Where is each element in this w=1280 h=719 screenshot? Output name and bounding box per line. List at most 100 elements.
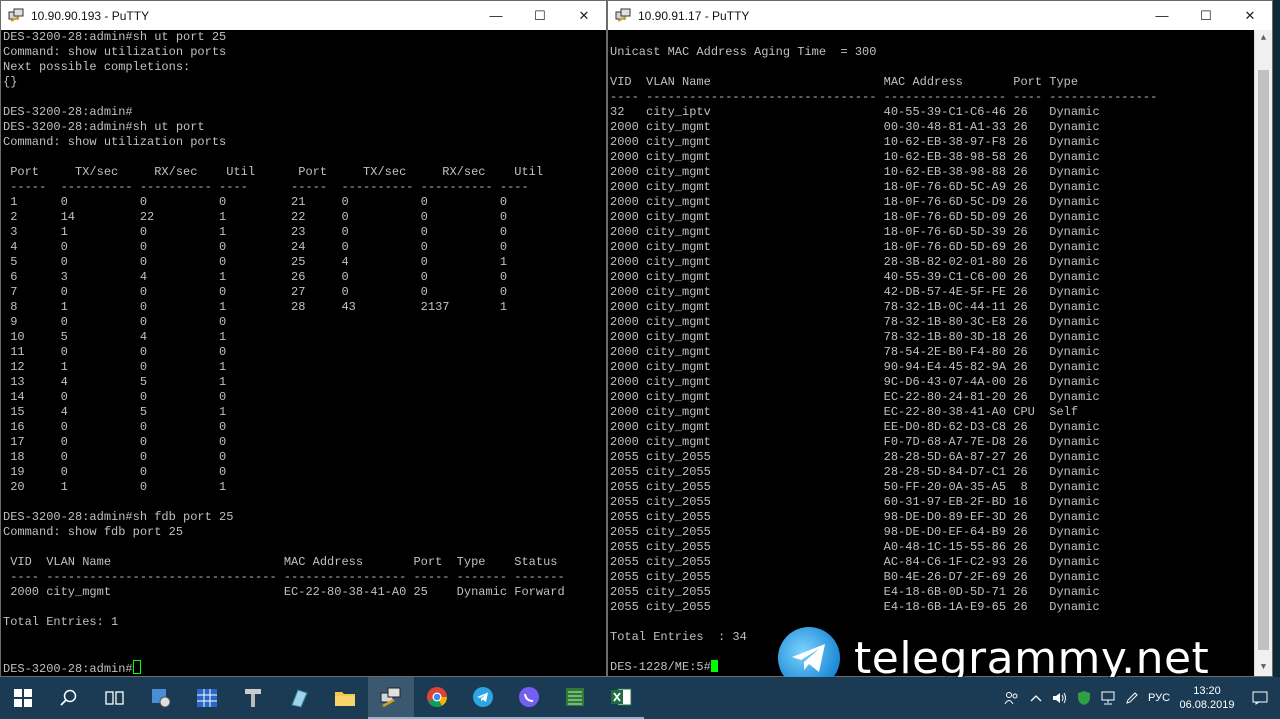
terminal-line: 18 0 0 0: [3, 450, 606, 465]
clock[interactable]: 13:20 06.08.2019: [1174, 684, 1240, 712]
terminal-line: 11 0 0 0: [3, 345, 606, 360]
pen-icon[interactable]: [1120, 691, 1144, 705]
terminal-line: 2000 city_mgmt 18-0F-76-6D-5D-09 26 Dyna…: [610, 210, 1272, 225]
vertical-scrollbar[interactable]: ▲ ▼: [1254, 30, 1272, 676]
folder-icon: [335, 692, 355, 706]
terminal-line-text: 20 1 0 1: [3, 480, 227, 494]
terminal-line: DES-3200-28:admin#sh fdb port 25: [3, 510, 606, 525]
table-app-icon: [197, 689, 217, 707]
terminal-line: DES-3200-28:admin#: [3, 660, 606, 676]
scrollbar-thumb[interactable]: [1258, 70, 1269, 650]
terminal-line-text: 2000 city_mgmt EC-22-80-38-41-A0 CPU Sel…: [610, 405, 1079, 419]
task-view-button[interactable]: [92, 677, 138, 719]
terminal-line-text: 2000 city_mgmt EC-22-80-38-41-A0 25 Dyna…: [3, 585, 565, 599]
security-shield-icon[interactable]: [1072, 690, 1096, 706]
terminal-line-text: 2055 city_2055 E4-18-6B-1A-E9-65 26 Dyna…: [610, 600, 1100, 614]
chevron-up-icon[interactable]: [1024, 694, 1048, 702]
taskbar-app-excel[interactable]: [598, 677, 644, 719]
terminal-line: 13 4 5 1: [3, 375, 606, 390]
scroll-down-icon[interactable]: ▼: [1255, 659, 1272, 676]
terminal-cursor: [710, 660, 718, 672]
terminal-line: 2 14 22 1 22 0 0 0: [3, 210, 606, 225]
volume-icon[interactable]: [1048, 691, 1072, 705]
minimize-button[interactable]: —: [474, 1, 518, 30]
maximize-button[interactable]: ☐: [1184, 1, 1228, 30]
close-button[interactable]: ✕: [562, 1, 606, 30]
terminal-line-text: 2055 city_2055 28-28-5D-84-D7-C1 26 Dyna…: [610, 465, 1100, 479]
terminal-lines: Unicast MAC Address Aging Time = 300 VID …: [608, 30, 1272, 675]
terminal-line-text: ----- ---------- ---------- ---- ----- -…: [3, 180, 529, 194]
terminal-line: 4 0 0 0 24 0 0 0: [3, 240, 606, 255]
title-bar[interactable]: 10.90.90.193 - PuTTY — ☐ ✕: [1, 1, 606, 30]
terminal-line: 2000 city_mgmt F0-7D-68-A7-7E-D8 26 Dyna…: [610, 435, 1272, 450]
close-button[interactable]: ✕: [1228, 1, 1272, 30]
terminal-line: 2000 city_mgmt 78-32-1B-80-3D-18 26 Dyna…: [610, 330, 1272, 345]
taskbar-app-putty-config[interactable]: [230, 677, 276, 719]
taskbar-app-putty[interactable]: [368, 677, 414, 719]
terminal-line: Unicast MAC Address Aging Time = 300: [610, 45, 1272, 60]
taskbar-app-telegram[interactable]: [460, 677, 506, 719]
notepad-icon: [291, 689, 308, 708]
taskbar-app-notepad[interactable]: [276, 677, 322, 719]
scroll-up-icon[interactable]: ▲: [1255, 30, 1272, 47]
clock-date: 06.08.2019: [1179, 699, 1235, 711]
terminal-line: 19 0 0 0: [3, 465, 606, 480]
terminal-line-text: 2000 city_mgmt 00-30-48-81-A1-33 26 Dyna…: [610, 120, 1100, 134]
system-tray: РУС 13:20 06.08.2019: [1000, 677, 1280, 719]
terminal-output[interactable]: Unicast MAC Address Aging Time = 300 VID …: [608, 30, 1272, 676]
taskbar-app-table[interactable]: [184, 677, 230, 719]
terminal-line: 2000 city_mgmt 18-0F-76-6D-5C-D9 26 Dyna…: [610, 195, 1272, 210]
terminal-line-text: 2000 city_mgmt 10-62-EB-38-98-58 26 Dyna…: [610, 150, 1100, 164]
taskbar-app-network-tool[interactable]: [138, 677, 184, 719]
terminal-line-text: 2000 city_mgmt 18-0F-76-6D-5D-69 26 Dyna…: [610, 240, 1100, 254]
terminal-line: 2000 city_mgmt EE-D0-8D-62-D3-C8 26 Dyna…: [610, 420, 1272, 435]
terminal-line: 7 0 0 0 27 0 0 0: [3, 285, 606, 300]
terminal-line: 12 1 0 1: [3, 360, 606, 375]
windows-logo-icon: [14, 689, 32, 707]
terminal-line-text: Total Entries: 1: [3, 615, 119, 629]
taskbar-app-chrome[interactable]: [414, 677, 460, 719]
terminal-line: 2055 city_2055 B0-4E-26-D7-2F-69 26 Dyna…: [610, 570, 1272, 585]
terminal-line-text: 2000 city_mgmt 10-62-EB-38-97-F8 26 Dyna…: [610, 135, 1100, 149]
terminal-line: Command: show fdb port 25: [3, 525, 606, 540]
taskbar-app-viber[interactable]: [506, 677, 552, 719]
people-icon[interactable]: [1000, 691, 1024, 705]
start-button[interactable]: [0, 677, 46, 719]
minimize-button[interactable]: —: [1140, 1, 1184, 30]
terminal-line: {}: [3, 75, 606, 90]
terminal-line: 17 0 0 0: [3, 435, 606, 450]
language-indicator[interactable]: РУС: [1144, 692, 1174, 704]
maximize-button[interactable]: ☐: [518, 1, 562, 30]
terminal-line: 5 0 0 0 25 4 0 1: [3, 255, 606, 270]
terminal-line: Command: show utilization ports: [3, 45, 606, 60]
terminal-line-text: 2000 city_mgmt 42-DB-57-4E-5F-FE 26 Dyna…: [610, 285, 1100, 299]
terminal-line-text: 16 0 0 0: [3, 420, 227, 434]
terminal-line: 2000 city_mgmt 18-0F-76-6D-5C-A9 26 Dyna…: [610, 180, 1272, 195]
title-bar[interactable]: 10.90.91.17 - PuTTY — ☐ ✕: [608, 1, 1272, 30]
terminal-line-text: 2055 city_2055 98-DE-D0-EF-64-B9 26 Dyna…: [610, 525, 1100, 539]
terminal-line: 2000 city_mgmt 00-30-48-81-A1-33 26 Dyna…: [610, 120, 1272, 135]
taskbar-app-file-explorer[interactable]: [322, 677, 368, 719]
terminal-line: 14 0 0 0: [3, 390, 606, 405]
terminal-line-text: 2000 city_mgmt 78-54-2E-B0-F4-80 26 Dyna…: [610, 345, 1100, 359]
terminal-line-text: 2000 city_mgmt 28-3B-82-02-01-80 26 Dyna…: [610, 255, 1100, 269]
taskbar-app-spreadsheet[interactable]: [552, 677, 598, 719]
terminal-line-text: Port TX/sec RX/sec Util Port TX/sec RX/s…: [3, 165, 544, 179]
terminal-line-text: 19 0 0 0: [3, 465, 227, 479]
terminal-output[interactable]: DES-3200-28:admin#sh ut port 25 Command: …: [1, 30, 606, 676]
terminal-line-text: Command: show utilization ports: [3, 45, 227, 59]
terminal-line: 2055 city_2055 98-DE-D0-89-EF-3D 26 Dyna…: [610, 510, 1272, 525]
putty-window-right[interactable]: 10.90.91.17 - PuTTY — ☐ ✕ Unicast MAC Ad…: [607, 0, 1273, 677]
search-button[interactable]: [46, 677, 92, 719]
terminal-line: 2000 city_mgmt 9C-D6-43-07-4A-00 26 Dyna…: [610, 375, 1272, 390]
network-icon[interactable]: [1096, 691, 1120, 705]
terminal-line-text: 2000 city_mgmt 9C-D6-43-07-4A-00 26 Dyna…: [610, 375, 1100, 389]
terminal-line-text: DES-3200-28:admin#sh fdb port 25: [3, 510, 234, 524]
terminal-line-text: 2055 city_2055 50-FF-20-0A-35-A5 8 Dynam…: [610, 480, 1100, 494]
notifications-icon[interactable]: [1240, 691, 1280, 705]
terminal-line: Command: show utilization ports: [3, 135, 606, 150]
putty-window-left[interactable]: 10.90.90.193 - PuTTY — ☐ ✕ DES-3200-28:a…: [0, 0, 607, 677]
